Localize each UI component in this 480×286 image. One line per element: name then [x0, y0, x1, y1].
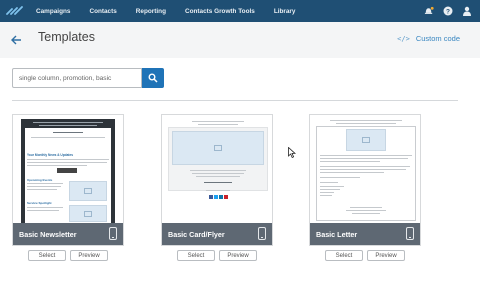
- newsletter-section-2: Service Spotlight: [27, 201, 52, 205]
- back-arrow-icon[interactable]: [10, 33, 22, 45]
- mouse-cursor-icon: [288, 145, 297, 163]
- top-navigation-bar: Campaigns Contacts Reporting Contacts Gr…: [0, 0, 480, 22]
- nav-reporting[interactable]: Reporting: [136, 8, 166, 15]
- preview-button[interactable]: Preview: [70, 250, 108, 261]
- mobile-preview-icon[interactable]: [258, 227, 266, 240]
- select-button[interactable]: Select: [325, 250, 363, 261]
- user-icon[interactable]: [462, 6, 472, 16]
- preview-button[interactable]: Preview: [367, 250, 405, 261]
- help-icon[interactable]: ?: [443, 6, 453, 16]
- template-name-bar: Basic Card/Flyer: [162, 223, 272, 245]
- notifications-icon[interactable]: [424, 6, 434, 16]
- template-name: Basic Letter: [316, 229, 358, 239]
- newsletter-section-1: Upcoming Events: [27, 178, 53, 182]
- page-header: Templates </> Custom code: [0, 22, 480, 58]
- preview-button[interactable]: Preview: [219, 250, 257, 261]
- nav-contacts-growth-tools[interactable]: Contacts Growth Tools: [185, 8, 255, 15]
- logo-icon[interactable]: [0, 0, 30, 22]
- template-name: Basic Newsletter: [19, 229, 77, 239]
- nav-contacts[interactable]: Contacts: [89, 8, 116, 15]
- template-card-basic-newsletter[interactable]: Your Monthly News & Updates Upcoming Eve…: [12, 114, 124, 261]
- search-icon: [148, 73, 158, 83]
- nav-library[interactable]: Library: [274, 8, 296, 15]
- select-button[interactable]: Select: [177, 250, 215, 261]
- mobile-preview-icon[interactable]: [406, 227, 414, 240]
- template-thumbnail[interactable]: Basic Letter: [309, 114, 421, 246]
- template-thumbnail[interactable]: Your Monthly News & Updates Upcoming Eve…: [12, 114, 124, 246]
- search-input[interactable]: [12, 68, 142, 88]
- template-name-bar: Basic Letter: [310, 223, 420, 245]
- template-name: Basic Card/Flyer: [168, 229, 225, 239]
- page-title: Templates: [38, 30, 95, 44]
- svg-text:?: ?: [446, 8, 450, 15]
- code-icon: </>: [397, 34, 410, 43]
- divider: [12, 100, 458, 101]
- template-name-bar: Basic Newsletter: [13, 223, 123, 245]
- custom-code-link[interactable]: </> Custom code: [397, 34, 460, 43]
- template-card-basic-card-flyer[interactable]: Basic Card/Flyer Select Preview: [161, 114, 273, 261]
- custom-code-label: Custom code: [415, 34, 460, 43]
- template-thumbnail[interactable]: Basic Card/Flyer: [161, 114, 273, 246]
- template-card-basic-letter[interactable]: Basic Letter Select Preview: [309, 114, 421, 261]
- newsletter-heading: Your Monthly News & Updates: [27, 153, 73, 157]
- select-button[interactable]: Select: [28, 250, 66, 261]
- template-search: [12, 68, 164, 88]
- search-button[interactable]: [142, 68, 164, 88]
- nav-campaigns[interactable]: Campaigns: [36, 8, 70, 15]
- mobile-preview-icon[interactable]: [109, 227, 117, 240]
